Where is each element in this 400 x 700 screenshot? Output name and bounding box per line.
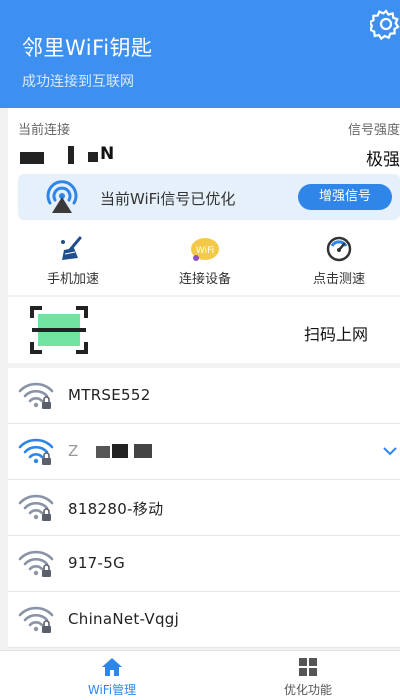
optimization-text: 当前WiFi信号已优化 (100, 190, 236, 208)
connected-devices-label: 连接设备 (178, 272, 231, 287)
redacted-ssid-block (96, 446, 110, 458)
signal-strength-label: 信号强度 (347, 123, 400, 138)
wifi-list-item[interactable]: 917-5G (8, 536, 400, 592)
wifi-ssid: Z (68, 442, 79, 460)
wifi-ssid: 917-5G (68, 554, 126, 572)
wifi-list-item[interactable]: 818280-移动 (8, 480, 400, 536)
current-ssid: N (100, 144, 115, 164)
home-icon (102, 658, 122, 676)
redacted-ssid-block (20, 152, 44, 164)
wifi-ssid: 818280-移动 (68, 500, 164, 518)
boost-signal-button[interactable]: 增强信号 (298, 184, 392, 210)
nav-tab-wifi-manage[interactable]: WiFi管理 (52, 657, 172, 698)
signal-tower-icon (46, 180, 78, 213)
signal-strength-value: 极强 (366, 150, 400, 170)
redacted-ssid-block (112, 444, 128, 458)
wifi-locked-icon (18, 494, 54, 521)
wifi-network-list: MTRSE552 Z 818280-移动 917-5G ChinaNet-Vqg… (8, 368, 400, 648)
nav-tab-label: 优化功能 (283, 683, 332, 697)
speed-test-button[interactable]: 点击测速 (294, 236, 384, 287)
qr-scan-icon (30, 306, 88, 354)
chevron-down-icon[interactable] (382, 445, 398, 457)
current-connection-label: 当前连接 (18, 123, 71, 138)
redacted-ssid-block (68, 146, 74, 164)
wifi-locked-icon (18, 606, 54, 633)
wifi-ssid: ChinaNet-Vqgj (68, 610, 180, 628)
settings-button[interactable] (368, 8, 400, 41)
speedometer-icon (326, 236, 352, 262)
current-connection-card: 当前连接 信号强度 N 极强 当前WiFi信号已优化 增强信号 手机加速 WiF… (8, 108, 400, 295)
speed-test-label: 点击测速 (312, 272, 365, 287)
optimization-banner: 当前WiFi信号已优化 增强信号 (18, 174, 400, 220)
gear-icon (368, 9, 400, 41)
scan-qr-label: 扫码上网 (304, 325, 369, 344)
phone-speedup-button[interactable]: 手机加速 (28, 236, 118, 287)
wifi-ssid: MTRSE552 (68, 386, 151, 404)
svg-text:WiFi: WiFi (196, 246, 214, 256)
redacted-ssid-block (88, 152, 98, 162)
wifi-locked-icon (18, 550, 54, 577)
scan-qr-card[interactable]: 扫码上网 (8, 297, 400, 363)
grid-icon (299, 658, 317, 676)
nav-tab-optimize[interactable]: 优化功能 (248, 657, 368, 698)
bottom-navigation: WiFi管理 优化功能 (0, 650, 400, 700)
wifi-locked-icon (18, 382, 54, 409)
wifi-list-item[interactable]: Z (8, 424, 400, 480)
phone-speedup-label: 手机加速 (46, 272, 99, 287)
app-title: 邻里WiFi钥匙 (22, 36, 153, 60)
wifi-locked-icon (18, 438, 54, 465)
connected-devices-button[interactable]: WiFi 连接设备 (160, 236, 250, 287)
connection-status-text: 成功连接到互联网 (22, 74, 134, 90)
wifi-list-item[interactable]: ChinaNet-Vqgj (8, 592, 400, 648)
broom-speedup-icon (61, 236, 82, 260)
wifi-devices-icon: WiFi (191, 238, 219, 261)
nav-tab-label: WiFi管理 (87, 683, 137, 697)
app-header: 邻里WiFi钥匙 成功连接到互联网 (0, 0, 400, 108)
redacted-ssid-block (134, 444, 152, 458)
wifi-list-item[interactable]: MTRSE552 (8, 368, 400, 424)
